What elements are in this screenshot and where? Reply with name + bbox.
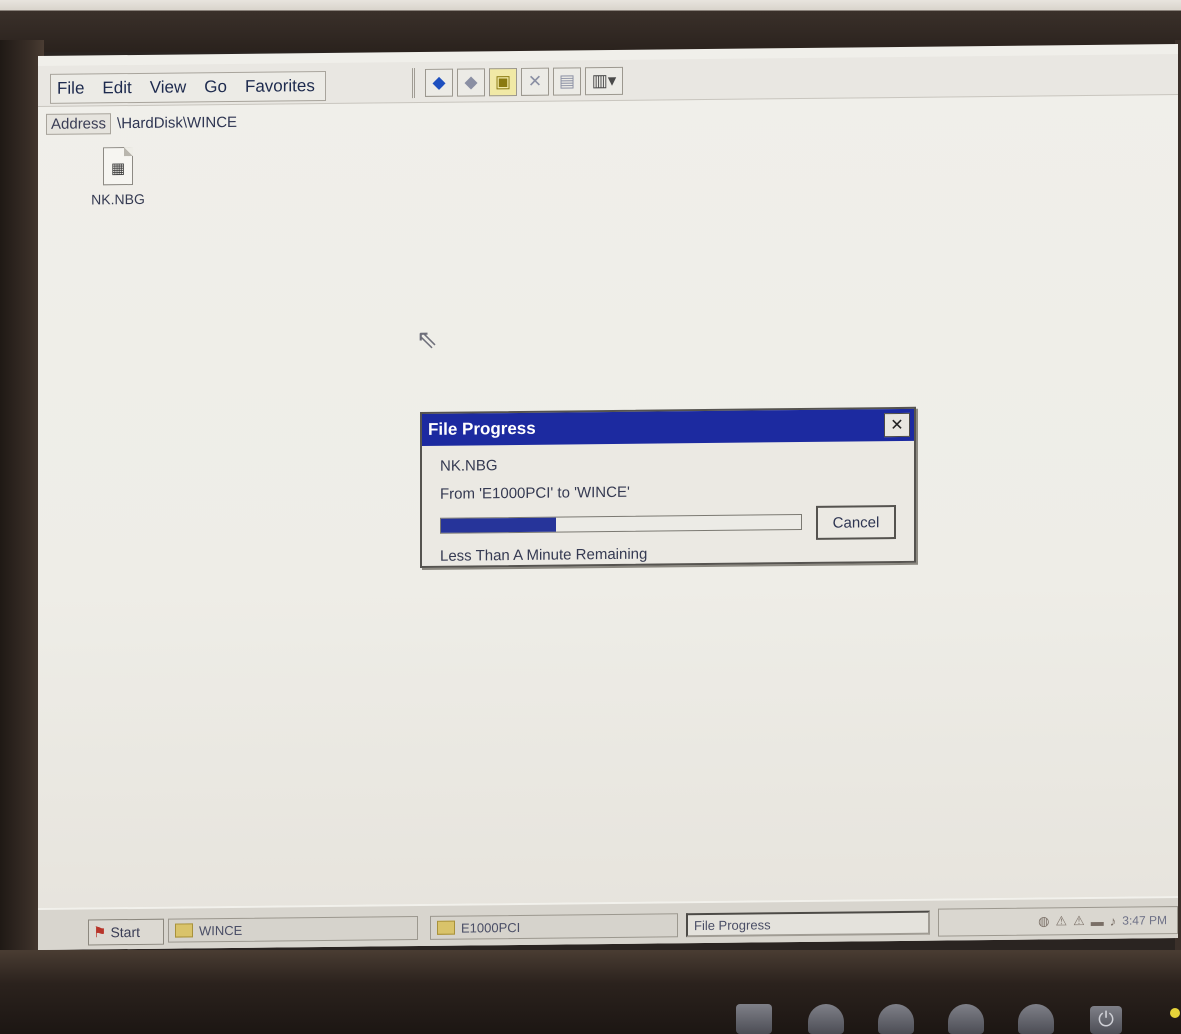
taskbar-item-label: File Progress (694, 916, 771, 933)
back-arrow-icon: ◆ (432, 72, 446, 92)
system-tray: ◍ ⚠ ⚠ ▬ ♪ 3:47 PM (938, 906, 1178, 937)
speaker-icon[interactable]: ♪ (1110, 913, 1117, 928)
time-remaining: Less Than A Minute Remaining (440, 545, 648, 565)
taskbar-item-wince[interactable]: WINCE (168, 916, 418, 943)
folder-icon (175, 923, 193, 938)
power-icon: ⏻ (1098, 1008, 1114, 1031)
menu-favorites[interactable]: Favorites (245, 76, 315, 97)
menu-edit[interactable]: Edit (102, 78, 131, 98)
start-label: Start (110, 923, 141, 941)
forward-arrow-icon: ◆ (464, 72, 478, 92)
cancel-button[interactable]: Cancel (816, 505, 896, 540)
back-button[interactable]: ◆ (425, 68, 453, 97)
warning-icon[interactable]: ⚠ (1073, 913, 1085, 929)
address-bar: Address \HardDisk\WINCE (46, 110, 237, 136)
progress-bar (440, 513, 802, 534)
dialog-title: File Progress (428, 418, 536, 439)
power-led-indicator (1170, 1008, 1180, 1018)
toolbar: ◆ ◆ ▣ ✕ ▤ ▥▾ (412, 65, 623, 99)
dialog-titlebar[interactable]: File Progress ✕ (422, 408, 914, 446)
file-glyph: ▦ (111, 160, 126, 178)
windows-flag-icon: ⚑ (93, 924, 107, 942)
monitor-right-button[interactable] (948, 1004, 984, 1034)
file-name: NK.NBG (91, 190, 145, 208)
usb-icon[interactable]: ⚠ (1055, 913, 1067, 929)
properties-button[interactable]: ▤ (553, 67, 581, 96)
network-icon[interactable]: ◍ (1038, 913, 1049, 929)
mouse-pointer-icon: ⇖ (416, 323, 438, 355)
forward-button[interactable]: ◆ (457, 68, 485, 97)
address-input[interactable]: \HardDisk\WINCE (111, 113, 237, 131)
address-label: Address (46, 112, 112, 135)
start-button[interactable]: ⚑ Start (88, 918, 164, 946)
taskbar-item-label: WINCE (199, 922, 243, 938)
monitor-menu-button[interactable] (736, 1004, 772, 1034)
up-folder-icon: ▣ (494, 72, 512, 92)
taskbar-item-e1000pci[interactable]: E1000PCI (430, 913, 678, 940)
close-button[interactable]: ✕ (884, 412, 910, 438)
monitor-bezel-bottom (0, 950, 1181, 1034)
menu-file[interactable]: File (57, 79, 84, 99)
monitor-input-button[interactable] (808, 1004, 844, 1034)
folder-icon (437, 920, 455, 935)
views-button[interactable]: ▥▾ (585, 66, 623, 96)
taskbar-item-label: E1000PCI (461, 919, 521, 936)
menu-go[interactable]: Go (204, 77, 227, 97)
keyboard-icon[interactable]: ▬ (1091, 913, 1104, 928)
progress-from-to: From 'E1000PCI' to 'WINCE' (440, 483, 630, 503)
properties-icon: ▤ (558, 71, 576, 91)
taskbar: ⚑ Start WINCE E1000PCI File Progress ◍ ⚠… (38, 896, 1178, 950)
monitor-bezel-top (0, 0, 1181, 52)
delete-button[interactable]: ✕ (521, 67, 549, 96)
close-icon: ✕ (890, 416, 904, 435)
file-document-icon: ▦ (103, 147, 133, 186)
delete-icon: ✕ (527, 71, 543, 91)
screen: File Edit View Go Favorites ◆ ◆ ▣ ✕ ▤ ▥▾ (38, 44, 1178, 950)
menu-view[interactable]: View (150, 77, 187, 97)
clock: 3:47 PM (1122, 913, 1167, 928)
monitor-left-button[interactable] (878, 1004, 914, 1034)
monitor-auto-button[interactable] (1018, 1004, 1054, 1034)
views-icon: ▥▾ (591, 70, 617, 91)
command-bar: File Edit View Go Favorites ◆ ◆ ▣ ✕ ▤ ▥▾ (38, 54, 1178, 107)
progress-bar-fill (441, 517, 557, 533)
file-item[interactable]: ▦ NK.NBG (78, 147, 158, 208)
menu-bar: File Edit View Go Favorites (50, 70, 326, 104)
up-folder-button[interactable]: ▣ (489, 67, 517, 97)
file-progress-dialog: File Progress ✕ NK.NBG From 'E1000PCI' t… (420, 406, 916, 568)
progress-file-name: NK.NBG (440, 457, 498, 475)
power-button[interactable]: ⏻ (1090, 1006, 1122, 1034)
taskbar-item-file-progress[interactable]: File Progress (686, 910, 930, 938)
